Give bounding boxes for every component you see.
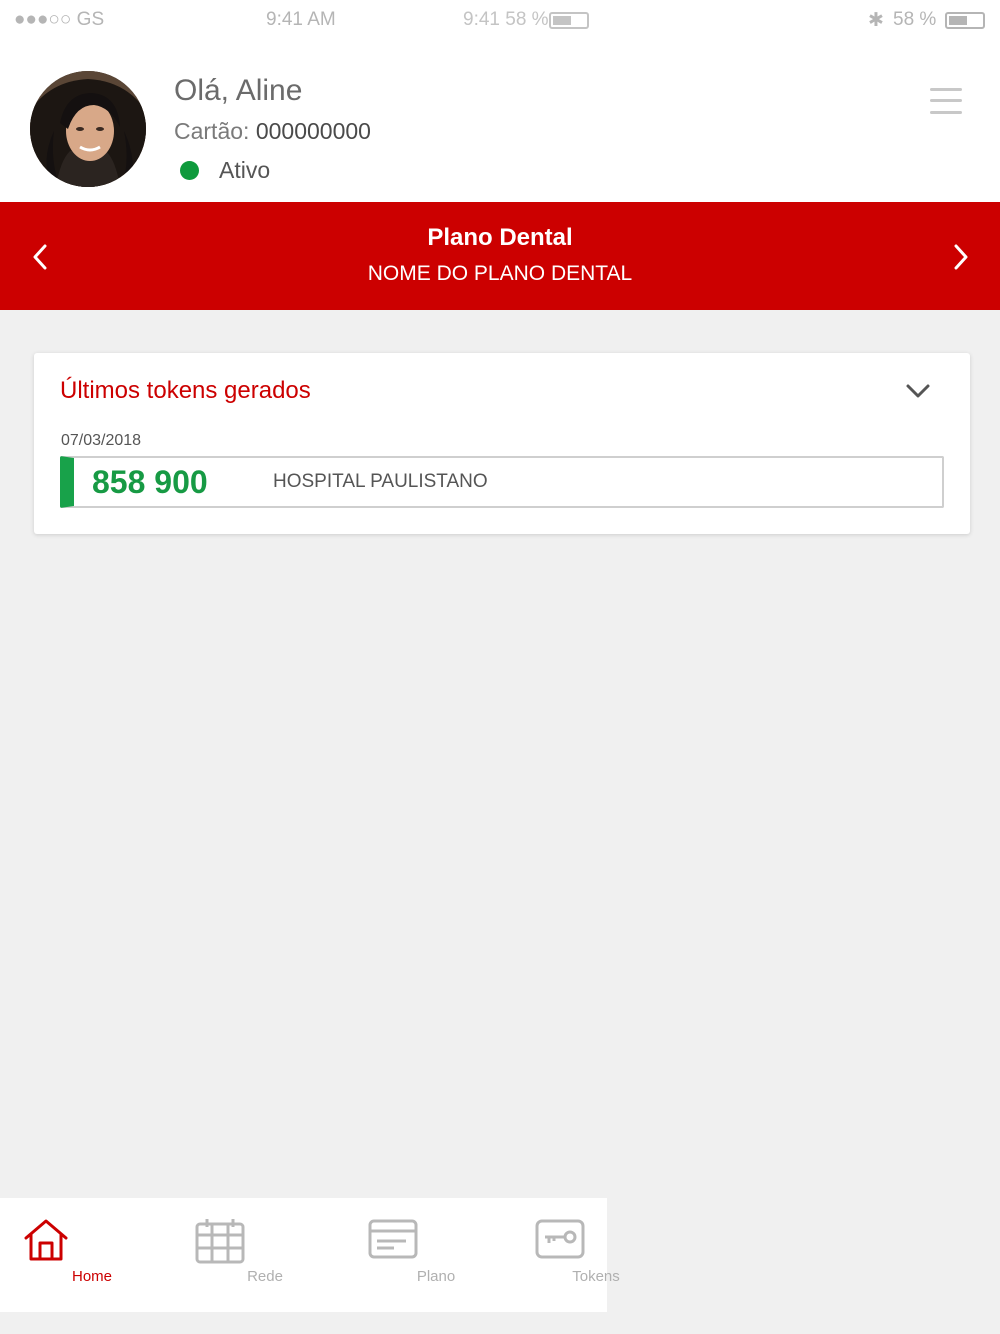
card-number: 000000000 xyxy=(255,118,371,144)
token-date: 07/03/2018 xyxy=(61,432,142,449)
recent-tokens-card: Últimos tokens gerados 07/03/2018 858 90… xyxy=(34,353,970,534)
ghost-status-text: 9:41 58 % xyxy=(463,9,549,30)
card-label: Cartão: xyxy=(174,118,250,144)
tab-home[interactable]: Home xyxy=(0,1198,112,1312)
plan-selector: Plano Dental NOME DO PLANO DENTAL xyxy=(0,202,1000,310)
tab-tokens-label: Tokens xyxy=(572,1268,620,1285)
carrier-label: ●●●○○ GS xyxy=(14,9,105,30)
bottom-tab-bar: Home Rede Plano Tokens xyxy=(0,1198,620,1312)
recent-tokens-title: Últimos tokens gerados xyxy=(60,377,311,404)
calendar-grid-icon xyxy=(195,1219,245,1264)
battery-icon xyxy=(945,12,985,29)
avatar-photo xyxy=(30,71,146,187)
plan-name: NOME DO PLANO DENTAL xyxy=(367,262,633,285)
tab-plano[interactable]: Plano xyxy=(350,1198,455,1312)
status-label: Ativo xyxy=(219,157,271,183)
greeting-text: Olá, Aline xyxy=(174,74,303,107)
clock-label: 9:41 AM xyxy=(266,9,336,30)
card-number-line: Cartão: 000000000 xyxy=(174,118,371,145)
hamburger-menu-icon[interactable] xyxy=(930,86,964,116)
card-icon xyxy=(368,1219,418,1259)
ghost-battery-icon xyxy=(549,12,589,29)
chevron-down-icon[interactable] xyxy=(904,379,932,403)
home-icon xyxy=(24,1219,68,1261)
token-place: HOSPITAL PAULISTANO xyxy=(273,471,488,492)
battery-percent: 58 % xyxy=(893,9,937,30)
token-item[interactable]: 858 900 HOSPITAL PAULISTANO xyxy=(60,456,944,508)
plan-title: Plano Dental xyxy=(427,224,573,251)
profile-header: Olá, Aline Cartão: 000000000 Ativo xyxy=(0,42,1000,202)
tab-tokens[interactable]: Tokens xyxy=(520,1198,620,1312)
next-plan-icon[interactable] xyxy=(946,240,976,274)
status-bar: ●●●○○ GS 9:41 AM 9:41 58 % ✱ 58 % xyxy=(0,0,1000,42)
tab-home-label: Home xyxy=(71,1268,112,1285)
tab-plano-label: Plano xyxy=(416,1268,456,1285)
status-indicator: Ativo xyxy=(180,157,270,184)
tab-rede[interactable]: Rede xyxy=(175,1198,283,1312)
tab-rede-label: Rede xyxy=(247,1268,283,1285)
avatar[interactable] xyxy=(30,71,146,187)
bluetooth-icon: ✱ xyxy=(868,10,884,31)
token-code: 858 900 xyxy=(92,463,208,500)
key-icon xyxy=(535,1219,585,1259)
status-dot-icon xyxy=(180,161,199,180)
